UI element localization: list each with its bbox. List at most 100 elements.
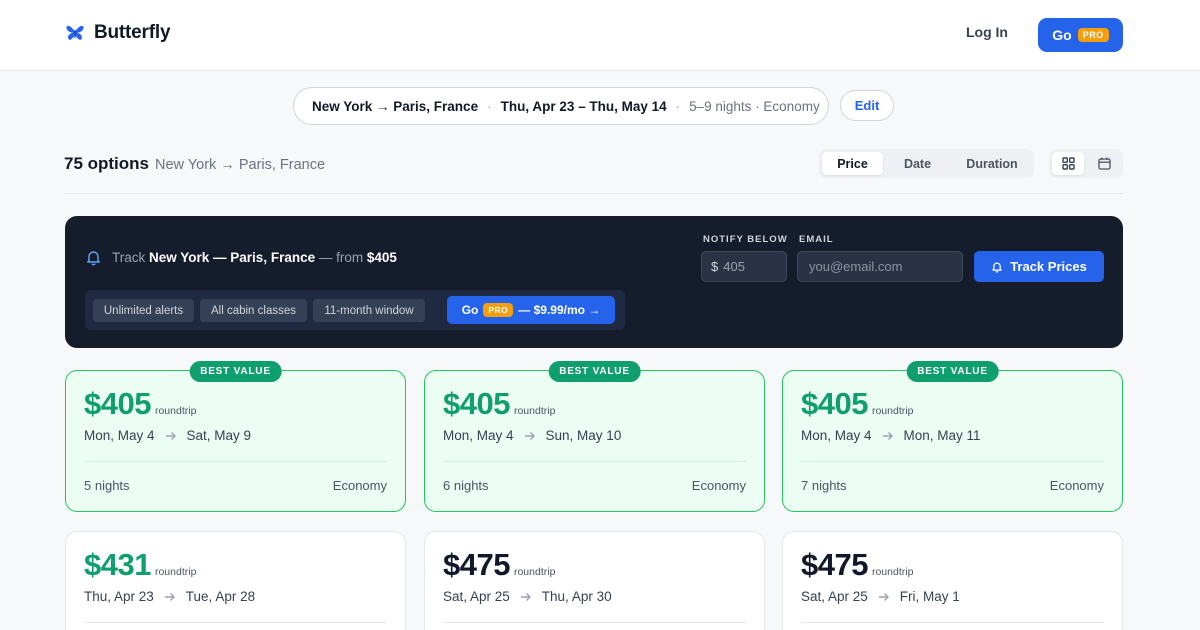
arrow-right-icon <box>524 431 535 440</box>
results-count-label: 75 options <box>64 154 150 173</box>
feature-chip: All cabin classes <box>200 299 307 322</box>
pro-features-row: Unlimited alerts All cabin classes 11-mo… <box>85 290 625 330</box>
pro-price: — $9.99/mo → <box>518 303 601 317</box>
currency-symbol: $ <box>711 259 719 274</box>
sort-tabs: Price Date Duration <box>819 149 1034 178</box>
cabin-class: Economy <box>332 478 387 493</box>
card-divider <box>801 622 1104 623</box>
card-divider <box>84 622 387 623</box>
search-dates: Thu, Apr 23 – Thu, May 14 <box>500 98 667 114</box>
track-from-text: — from <box>318 250 364 265</box>
trip-type: roundtrip <box>513 566 556 578</box>
pro-badge: PRO <box>483 303 514 317</box>
go-pro-label: Go <box>1052 27 1072 43</box>
flight-option-card[interactable]: BEST VALUE $405 roundtrip Mon, May 4 Sun, … <box>424 361 765 512</box>
card-price: $475 <box>801 547 868 582</box>
feature-chip: 11-month window <box>313 299 425 322</box>
trip-type: roundtrip <box>871 405 914 417</box>
search-route: New York → Paris, France <box>312 98 479 114</box>
brand-logo[interactable]: Butterfly <box>65 22 171 44</box>
notify-below-value: 405 <box>723 259 745 274</box>
depart-date: Mon, May 4 <box>84 428 155 443</box>
price-tracker-banner: Track New York — Paris, France — from $4… <box>65 216 1123 348</box>
depart-date: Thu, Apr 23 <box>84 589 154 604</box>
trip-type: roundtrip <box>154 566 197 578</box>
view-toggle <box>1049 149 1123 178</box>
return-date: Tue, Apr 28 <box>185 589 256 604</box>
arrow-right-icon <box>164 592 175 601</box>
results-route: New York → Paris, France <box>155 157 326 173</box>
calendar-view-button[interactable] <box>1088 152 1120 175</box>
trip-type: roundtrip <box>871 566 914 578</box>
edit-search-button[interactable]: Edit <box>840 90 894 121</box>
trip-type: roundtrip <box>513 405 556 417</box>
depart-date: Sat, Apr 25 <box>801 589 868 604</box>
sort-tab-duration[interactable]: Duration <box>953 152 1031 175</box>
track-from-price: $405 <box>366 250 397 265</box>
track-prefix: Track <box>112 250 146 265</box>
flight-option-card[interactable]: $431 roundtrip Thu, Apr 23 Tue, Apr 28 <box>65 531 406 630</box>
cabin-class: Economy <box>691 478 746 493</box>
return-date: Mon, May 11 <box>903 428 981 443</box>
return-date: Fri, May 1 <box>899 589 960 604</box>
card-price: $405 <box>84 386 151 421</box>
search-summary[interactable]: New York → Paris, France · Thu, Apr 23 –… <box>293 87 829 125</box>
card-price: $405 <box>443 386 510 421</box>
feature-chip: Unlimited alerts <box>93 299 194 322</box>
card-divider <box>443 622 746 623</box>
flight-option-card[interactable]: $475 roundtrip Sat, Apr 25 Thu, Apr 30 <box>424 531 765 630</box>
nights-count: 6 nights <box>443 478 489 493</box>
sort-tab-date[interactable]: Date <box>887 152 948 175</box>
trip-type: roundtrip <box>154 405 197 417</box>
flight-option-card[interactable]: BEST VALUE $405 roundtrip Mon, May 4 Sat, … <box>65 361 406 512</box>
return-date: Thu, Apr 30 <box>541 589 612 604</box>
grid-icon <box>1061 157 1075 170</box>
butterfly-icon <box>66 25 84 40</box>
search-details: 5–9 nights · Economy <box>689 98 820 114</box>
track-prices-button[interactable]: Track Prices <box>974 251 1104 282</box>
track-route: New York — Paris, France <box>149 250 316 265</box>
arrow-right-icon <box>520 592 531 601</box>
best-value-badge: BEST VALUE <box>906 361 999 382</box>
track-title: Track New York — Paris, France — from $4… <box>85 249 397 266</box>
brand-name: Butterfly <box>94 22 171 43</box>
card-divider <box>84 461 387 462</box>
sort-tab-price[interactable]: Price <box>822 152 883 175</box>
best-value-badge: BEST VALUE <box>189 361 282 382</box>
email-field[interactable]: you@email.com <box>797 251 963 282</box>
card-divider <box>801 461 1104 462</box>
depart-date: Sat, Apr 25 <box>443 589 510 604</box>
arrow-right-icon <box>878 592 889 601</box>
bell-icon <box>87 251 100 266</box>
bell-icon <box>992 262 1002 273</box>
separator-dot: · <box>487 98 492 114</box>
arrow-right-icon <box>165 431 176 440</box>
depart-date: Mon, May 4 <box>443 428 514 443</box>
go-pro-label: Go <box>461 303 479 317</box>
go-pro-subscribe-button[interactable]: Go PRO — $9.99/mo → <box>447 296 615 324</box>
notify-below-input[interactable]: $ 405 <box>701 251 787 282</box>
section-divider <box>64 193 1123 194</box>
track-prices-label: Track Prices <box>1010 259 1087 274</box>
card-price: $405 <box>801 386 868 421</box>
cabin-class: Economy <box>1049 478 1104 493</box>
nights-count: 5 nights <box>84 478 130 493</box>
notify-below-label: NOTIFY BELOW <box>703 234 788 245</box>
results-count: 75 options New York → Paris, France <box>64 154 325 174</box>
calendar-icon <box>1097 157 1111 170</box>
return-date: Sat, May 9 <box>186 428 252 443</box>
grid-view-button[interactable] <box>1052 152 1084 175</box>
card-divider <box>443 461 746 462</box>
separator-dot: · <box>675 98 681 114</box>
card-price: $431 <box>84 547 151 582</box>
pro-badge: PRO <box>1077 28 1109 42</box>
flight-option-card[interactable]: BEST VALUE $405 roundtrip Mon, May 4 Mon, … <box>782 361 1123 512</box>
arrow-right-icon <box>882 431 893 440</box>
go-pro-button[interactable]: Go PRO <box>1038 18 1123 52</box>
top-navbar: Butterfly Log In Go PRO <box>0 0 1200 71</box>
flight-option-card[interactable]: $475 roundtrip Sat, Apr 25 Fri, May 1 <box>782 531 1123 630</box>
return-date: Sun, May 10 <box>545 428 622 443</box>
nights-count: 7 nights <box>801 478 847 493</box>
card-price: $475 <box>443 547 510 582</box>
login-link[interactable]: Log In <box>966 24 1008 40</box>
